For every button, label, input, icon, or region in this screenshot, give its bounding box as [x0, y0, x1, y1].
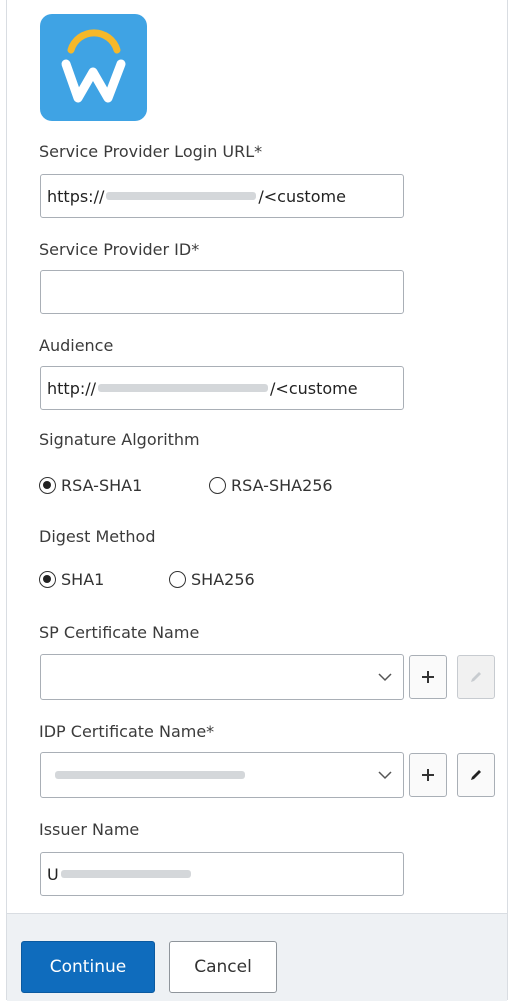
sp-id-field[interactable]: [40, 270, 404, 314]
chevron-down-icon: [378, 673, 392, 682]
continue-button[interactable]: Continue: [21, 941, 155, 993]
edit-idp-certificate-button[interactable]: [457, 753, 495, 797]
option-label: RSA-SHA1: [61, 476, 143, 495]
radio-unselected-icon[interactable]: [169, 571, 186, 588]
sp-login-url-label: Service Provider Login URL*: [39, 142, 263, 161]
idp-certificate-label: IDP Certificate Name*: [39, 722, 215, 741]
signature-algorithm-label: Signature Algorithm: [39, 430, 200, 449]
pencil-icon: [471, 770, 481, 780]
redacted-text: [98, 384, 269, 392]
sp-login-url-field[interactable]: https:// /<custome: [40, 174, 404, 218]
option-label: SHA1: [61, 570, 105, 589]
sp-login-url-suffix: /<custome: [258, 186, 346, 206]
audience-prefix: http://: [47, 378, 97, 398]
option-label: RSA-SHA256: [231, 476, 333, 495]
digest-option-sha1[interactable]: SHA1: [39, 570, 104, 589]
audience-suffix: /<custome: [270, 378, 358, 398]
sp-certificate-select[interactable]: [40, 654, 404, 700]
radio-selected-icon[interactable]: [39, 477, 56, 494]
redacted-text: [60, 870, 191, 878]
idp-certificate-select[interactable]: [40, 752, 404, 798]
digest-option-sha256[interactable]: SHA256: [169, 570, 255, 589]
redacted-text: [106, 192, 257, 200]
cancel-button[interactable]: Cancel: [169, 941, 277, 993]
digest-method-label: Digest Method: [39, 527, 156, 546]
sp-id-label: Service Provider ID*: [39, 240, 200, 259]
audience-label: Audience: [39, 336, 114, 355]
plus-icon: [422, 769, 434, 781]
audience-field[interactable]: http:// /<custome: [40, 366, 404, 410]
option-label: SHA256: [191, 570, 255, 589]
issuer-name-label: Issuer Name: [39, 820, 140, 839]
workday-logo-icon: [40, 14, 147, 121]
signature-option-rsa-sha1[interactable]: RSA-SHA1: [39, 476, 142, 495]
radio-unselected-icon[interactable]: [209, 477, 226, 494]
saml-config-panel: Service Provider Login URL* https:// /<c…: [6, 0, 508, 1001]
form-footer: Continue Cancel: [7, 913, 507, 1001]
sp-certificate-label: SP Certificate Name: [39, 623, 200, 642]
redacted-text: [55, 771, 245, 779]
pencil-icon: [471, 672, 481, 682]
radio-selected-icon[interactable]: [39, 571, 56, 588]
sp-login-url-prefix: https://: [47, 186, 105, 206]
issuer-name-prefix: U: [47, 864, 59, 884]
add-sp-certificate-button[interactable]: [409, 655, 447, 699]
chevron-down-icon: [378, 771, 392, 780]
signature-option-rsa-sha256[interactable]: RSA-SHA256: [209, 476, 333, 495]
plus-icon: [422, 671, 434, 683]
edit-sp-certificate-button[interactable]: [457, 655, 495, 699]
issuer-name-field[interactable]: U: [40, 852, 404, 896]
add-idp-certificate-button[interactable]: [409, 753, 447, 797]
